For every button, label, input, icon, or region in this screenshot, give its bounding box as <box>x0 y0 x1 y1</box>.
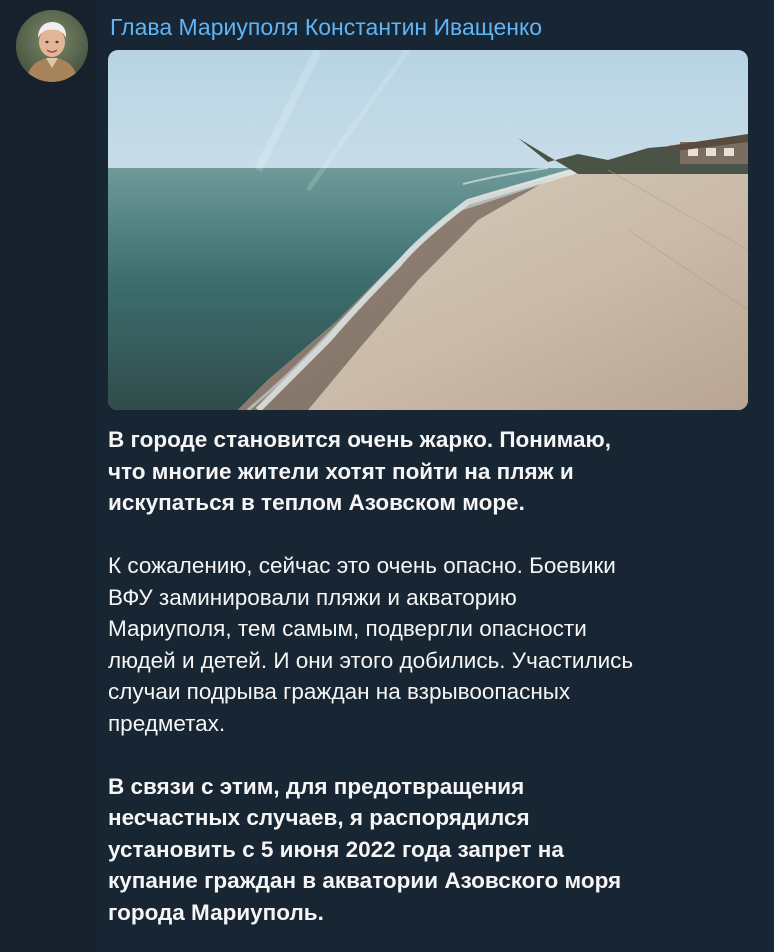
paragraph-intro: В городе становится очень жарко. Понимаю… <box>108 424 748 519</box>
beach-photo-icon <box>108 50 748 410</box>
text-line: предметах. <box>108 710 226 736</box>
text-line: ВФУ заминировали пляжи и акваторию <box>108 584 517 610</box>
text-line: К сожалению, сейчас это очень опасно. Бо… <box>108 553 616 578</box>
person-portrait-icon <box>16 10 88 82</box>
message-bubble: Глава Мариуполя Константин Иващенко В го… <box>96 0 774 952</box>
paragraph-ban: В связи с этим, для предотвращения несча… <box>108 771 748 929</box>
paragraph-danger: К сожалению, сейчас это очень опасно. Бо… <box>108 550 748 739</box>
text-line: города Мариуполь. <box>108 899 324 925</box>
text-line: несчастных случаев, я распорядился <box>108 805 530 830</box>
text-line: В связи с этим, для предотвращения <box>108 773 525 799</box>
text-line: искупаться в теплом Азовском море. <box>108 490 525 515</box>
text-line: Мариуполя, тем самым, подвергли опасност… <box>108 616 587 641</box>
text-line: что многие жители хотят пойти на пляж и <box>108 458 574 484</box>
post-photo[interactable] <box>108 50 748 410</box>
sender-name[interactable]: Глава Мариуполя Константин Иващенко <box>110 14 542 41</box>
text-line: В городе становится очень жарко. Понимаю… <box>108 427 612 452</box>
channel-avatar[interactable] <box>16 10 88 82</box>
chat-view: Глава Мариуполя Константин Иващенко В го… <box>0 0 774 952</box>
message-text: В городе становится очень жарко. Понимаю… <box>108 424 748 928</box>
text-line: людей и детей. И они этого добились. Уча… <box>108 647 634 673</box>
text-line: случаи подрыва граждан на взрывоопасных <box>108 679 571 704</box>
text-line: установить с 5 июня 2022 года запрет на <box>108 836 564 862</box>
text-line: купание граждан в акватории Азовского мо… <box>108 868 622 893</box>
